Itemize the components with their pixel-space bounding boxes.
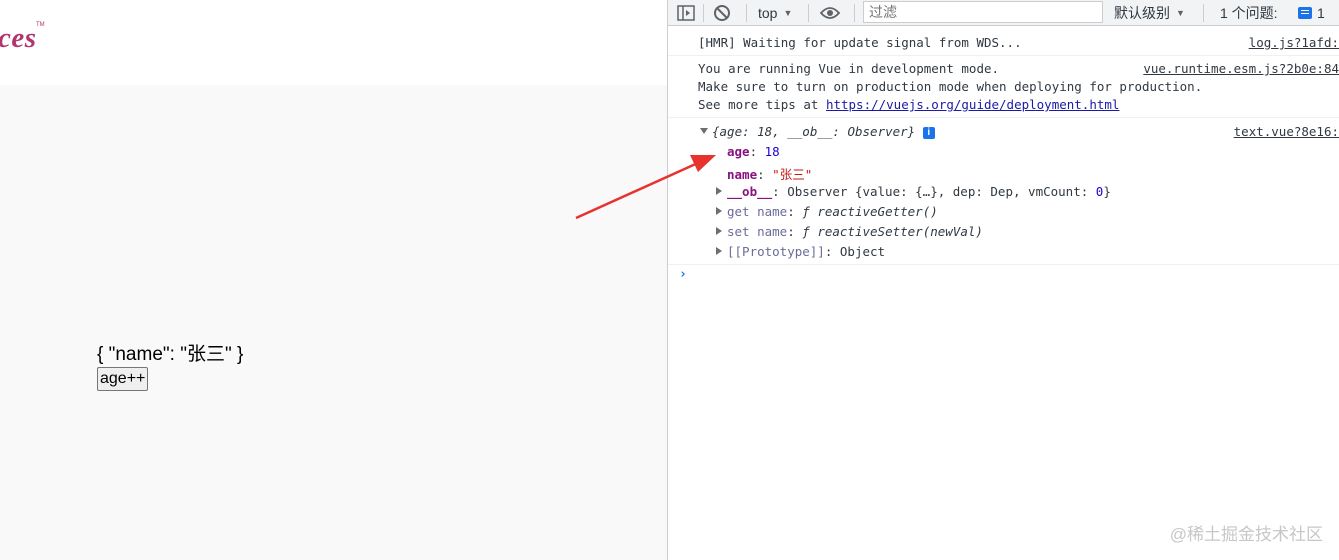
prompt-chevron-icon[interactable]: › [679,267,687,282]
console-message: [HMR] Waiting for update signal from WDS… [668,27,1339,56]
toolbar-separator [808,4,809,22]
sidebar-toggle-icon[interactable] [677,0,695,25]
toolbar-separator [746,4,747,22]
expand-triangle-icon[interactable] [700,128,708,134]
message-text: [HMR] Waiting for update signal from WDS… [698,35,1022,50]
property-key: set name [727,224,788,239]
context-label: top [758,4,778,21]
chevron-down-icon: ▼ [783,7,793,18]
property-value: Observer {value: {…}, dep: Dep, vmCount: [787,184,1096,199]
property-age: age: 18 [727,144,780,159]
devtools-panel: top ▼ 默认级别 ▼ 1 个问题: 1 [HMR] Waiting for up… [668,0,1339,560]
json-output: { "name": "张三" } [97,344,244,365]
property-value: Object [839,244,886,259]
message-text: Make sure to turn on production mode whe… [698,79,1203,94]
property-key: [[Prototype]] [727,244,825,259]
property-key: name [727,167,758,182]
expand-triangle-icon[interactable] [716,187,722,195]
issues-count: 1 [1317,4,1325,21]
chevron-down-icon: ▼ [1176,7,1185,18]
property-key: __ob__ [727,184,773,199]
toolbar-separator [854,4,855,22]
object-summary-text: {age: 18, __ob__: Observer} [712,124,916,139]
age-increment-button[interactable]: age++ [97,367,149,391]
property-value: ƒ reactiveSetter(newVal) [802,224,983,239]
issues-icon [1298,6,1312,19]
filter-input[interactable] [863,1,1103,23]
issues-badge[interactable]: 1 [1298,0,1325,25]
property-key: get name [727,204,788,219]
property-getter[interactable]: get name: ƒ reactiveGetter() [716,204,938,219]
clear-console-icon[interactable] [713,0,731,25]
source-link[interactable]: log.js?1afd: [1249,35,1339,50]
console-log: [HMR] Waiting for update signal from WDS… [668,27,1339,265]
source-link[interactable]: vue.runtime.esm.js?2b0e:84 [1143,61,1339,76]
log-level-selector[interactable]: 默认级别 ▼ [1114,0,1185,25]
logo-trademark: TM [36,22,45,28]
object-summary[interactable]: {age: 18, __ob__: Observer} i [700,124,935,139]
eye-icon[interactable] [820,0,840,25]
property-name: name: "张三" [727,167,813,182]
issues-label[interactable]: 1 个问题: [1220,0,1278,25]
console-object-message: {age: 18, __ob__: Observer} i text.vue?8… [668,118,1339,265]
expand-triangle-icon[interactable] [716,247,722,255]
log-level-label: 默认级别 [1114,4,1170,21]
property-prototype[interactable]: [[Prototype]]: Object [716,244,885,259]
page-header: ces TM [0,0,667,85]
source-link[interactable]: text.vue?8e16: [1234,124,1339,139]
property-value: ƒ reactiveGetter() [802,204,938,219]
logo: ces [0,22,37,54]
deployment-link[interactable]: https://vuejs.org/guide/deployment.html [826,97,1120,112]
message-prefix: See more tips at [698,97,826,112]
console-message: You are running Vue in development mode.… [668,56,1339,118]
property-ob[interactable]: __ob__: Observer {value: {…}, dep: Dep, … [716,184,1111,199]
console-toolbar: top ▼ 默认级别 ▼ 1 个问题: 1 [668,0,1339,26]
property-value: 18 [764,144,780,159]
property-setter[interactable]: set name: ƒ reactiveSetter(newVal) [716,224,983,239]
context-selector[interactable]: top ▼ [758,0,792,25]
message-text: You are running Vue in development mode. [698,61,1000,76]
message-text: See more tips at https://vuejs.org/guide… [698,97,1119,112]
expand-triangle-icon[interactable] [716,227,722,235]
web-page: ces TM { "name": "张三" } age++ [0,0,667,560]
info-icon[interactable]: i [922,127,935,139]
watermark: @稀土掘金技术社区 [1169,525,1323,544]
toolbar-separator [703,4,704,22]
expand-triangle-icon[interactable] [716,207,722,215]
property-value-close: } [1103,184,1111,199]
property-value: "张三" [772,167,813,182]
toolbar-separator [1203,4,1204,22]
property-key: age [727,144,750,159]
